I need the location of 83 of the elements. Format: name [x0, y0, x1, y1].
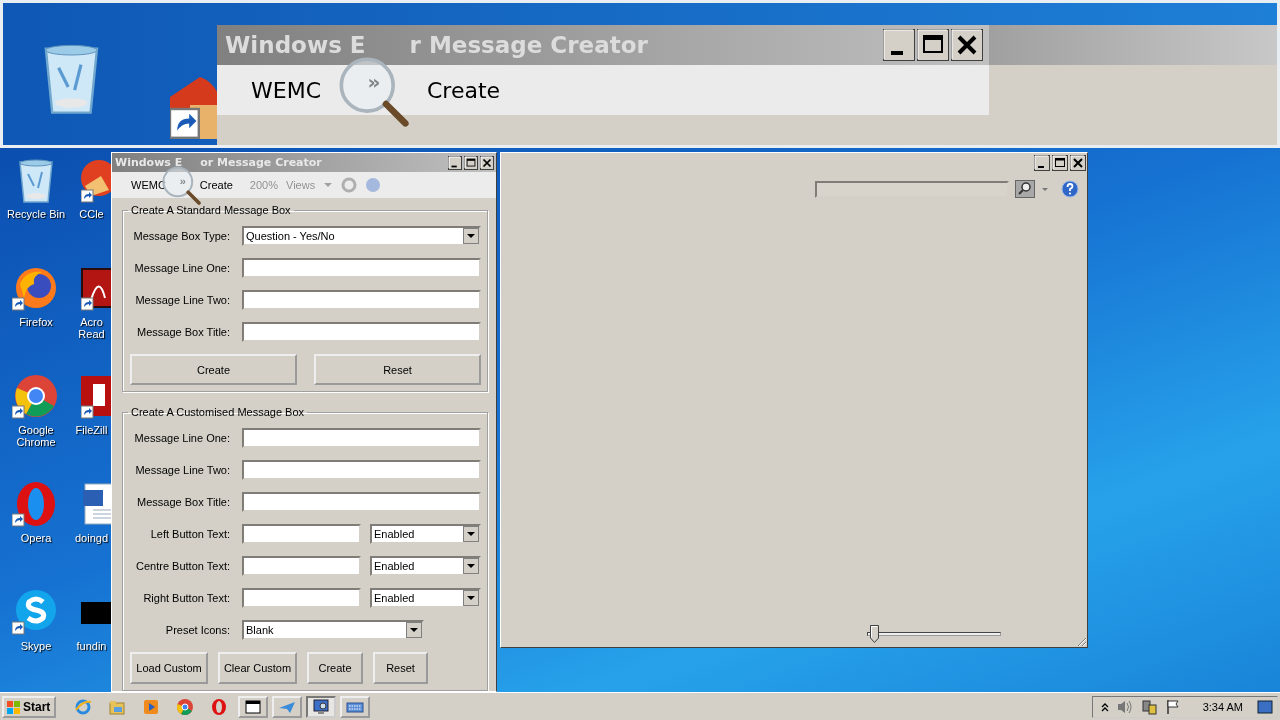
icon-label[interactable]: FileZill	[72, 424, 111, 436]
input-field[interactable]	[242, 588, 361, 608]
window-title: Windows E	[225, 32, 366, 58]
minimize-button[interactable]	[1034, 154, 1050, 171]
magnifier-icon[interactable]	[312, 697, 331, 716]
input-field[interactable]	[242, 258, 481, 278]
icon-label[interactable]: Opera	[6, 532, 66, 544]
icon-label[interactable]: CCle	[72, 208, 111, 220]
field-label: Right Button Text:	[142, 592, 230, 604]
field-label: Message Line One:	[133, 262, 230, 274]
input-field[interactable]	[242, 290, 481, 310]
chevron-up-icon[interactable]	[1100, 701, 1109, 712]
icon-label[interactable]: Skype	[6, 640, 66, 652]
icon-label[interactable]: Firefox	[6, 316, 66, 328]
icon-label[interactable]: Acro Read	[72, 316, 111, 340]
button[interactable]: Reset	[373, 652, 428, 684]
menu-item[interactable]: Create	[427, 77, 501, 103]
maximize-button[interactable]	[464, 155, 478, 170]
clock[interactable]: 3:34 AM	[1202, 700, 1243, 713]
show-desktop-icon[interactable]	[1257, 698, 1273, 715]
dropdown[interactable]: Enabled	[370, 588, 481, 608]
shortcut-icon	[170, 77, 218, 139]
group-title: Create A Standard Message Box	[130, 204, 292, 216]
slider-thumb[interactable]	[869, 625, 879, 643]
resize-grip-icon[interactable]	[1075, 635, 1087, 647]
field-label: Message Box Title:	[136, 326, 230, 338]
menu-item[interactable]: WEMC	[251, 77, 321, 103]
field-label: Left Button Text:	[149, 528, 230, 540]
button[interactable]: Create	[130, 354, 297, 385]
button[interactable]: Clear Custom	[218, 652, 297, 684]
zoom-slider[interactable]	[867, 625, 1001, 643]
group-title: Create A Customised Message Box	[130, 406, 306, 418]
button[interactable]: Load Custom	[130, 652, 208, 684]
input-field[interactable]	[242, 556, 361, 576]
field-label: Centre Button Text:	[135, 560, 230, 572]
chrome-icon[interactable]	[12, 372, 60, 420]
input-field[interactable]	[242, 428, 481, 448]
icon-label[interactable]: doingd	[72, 532, 111, 544]
dropdown[interactable]: Enabled	[370, 524, 481, 544]
flag-icon[interactable]	[1164, 698, 1181, 715]
menu-item[interactable]: WEMC	[128, 177, 169, 193]
field-label: Message Line One:	[133, 432, 230, 444]
search-button[interactable]	[1015, 180, 1035, 198]
button[interactable]: Create	[307, 652, 363, 684]
network-icon[interactable]	[1140, 698, 1157, 715]
icon-label[interactable]: Google Chrome	[6, 424, 66, 448]
dropdown[interactable]: Blank	[242, 620, 424, 640]
field-label: Message Box Type:	[132, 230, 230, 242]
maximize-button[interactable]	[917, 29, 949, 61]
opera-icon[interactable]	[210, 697, 229, 716]
dropdown[interactable]: Question - Yes/No	[242, 226, 481, 246]
minimize-button[interactable]	[448, 155, 462, 170]
window-icon[interactable]	[244, 697, 263, 716]
icon-label[interactable]: fundin	[72, 640, 111, 652]
taskbar-button[interactable]	[306, 695, 337, 718]
window-title: r Message Creator	[409, 32, 648, 58]
window-title: or Message Creator	[200, 156, 322, 169]
close-button[interactable]	[1070, 154, 1086, 171]
start-button[interactable]: Start	[2, 695, 57, 718]
field-label: Message Box Title:	[136, 496, 230, 508]
menu-item[interactable]: Create	[196, 177, 236, 193]
input-field[interactable]	[242, 524, 361, 544]
chrome-icon[interactable]	[176, 697, 195, 716]
input-field[interactable]	[242, 460, 481, 480]
button[interactable]: Reset	[314, 354, 481, 385]
icon-label[interactable]: Recycle Bin	[6, 208, 66, 220]
speaker-icon[interactable]	[1116, 698, 1133, 715]
windows-logo-icon	[6, 698, 21, 715]
maximize-button[interactable]	[1052, 154, 1068, 171]
field-label: Message Line Two:	[134, 294, 230, 306]
close-button[interactable]	[951, 29, 983, 61]
media-player-icon[interactable]	[142, 697, 161, 716]
field-label: Message Line Two:	[134, 464, 230, 476]
close-button[interactable]	[480, 155, 494, 170]
minimize-button[interactable]	[883, 29, 915, 61]
caret-icon[interactable]	[1041, 186, 1049, 192]
input-field[interactable]	[242, 322, 481, 342]
field-label: Preset Icons:	[164, 624, 230, 636]
caret-icon	[323, 181, 334, 189]
input-field[interactable]	[242, 492, 481, 512]
window-title: Windows E	[115, 156, 183, 169]
search-field[interactable]	[815, 180, 1009, 198]
dropdown[interactable]: Enabled	[370, 556, 481, 576]
